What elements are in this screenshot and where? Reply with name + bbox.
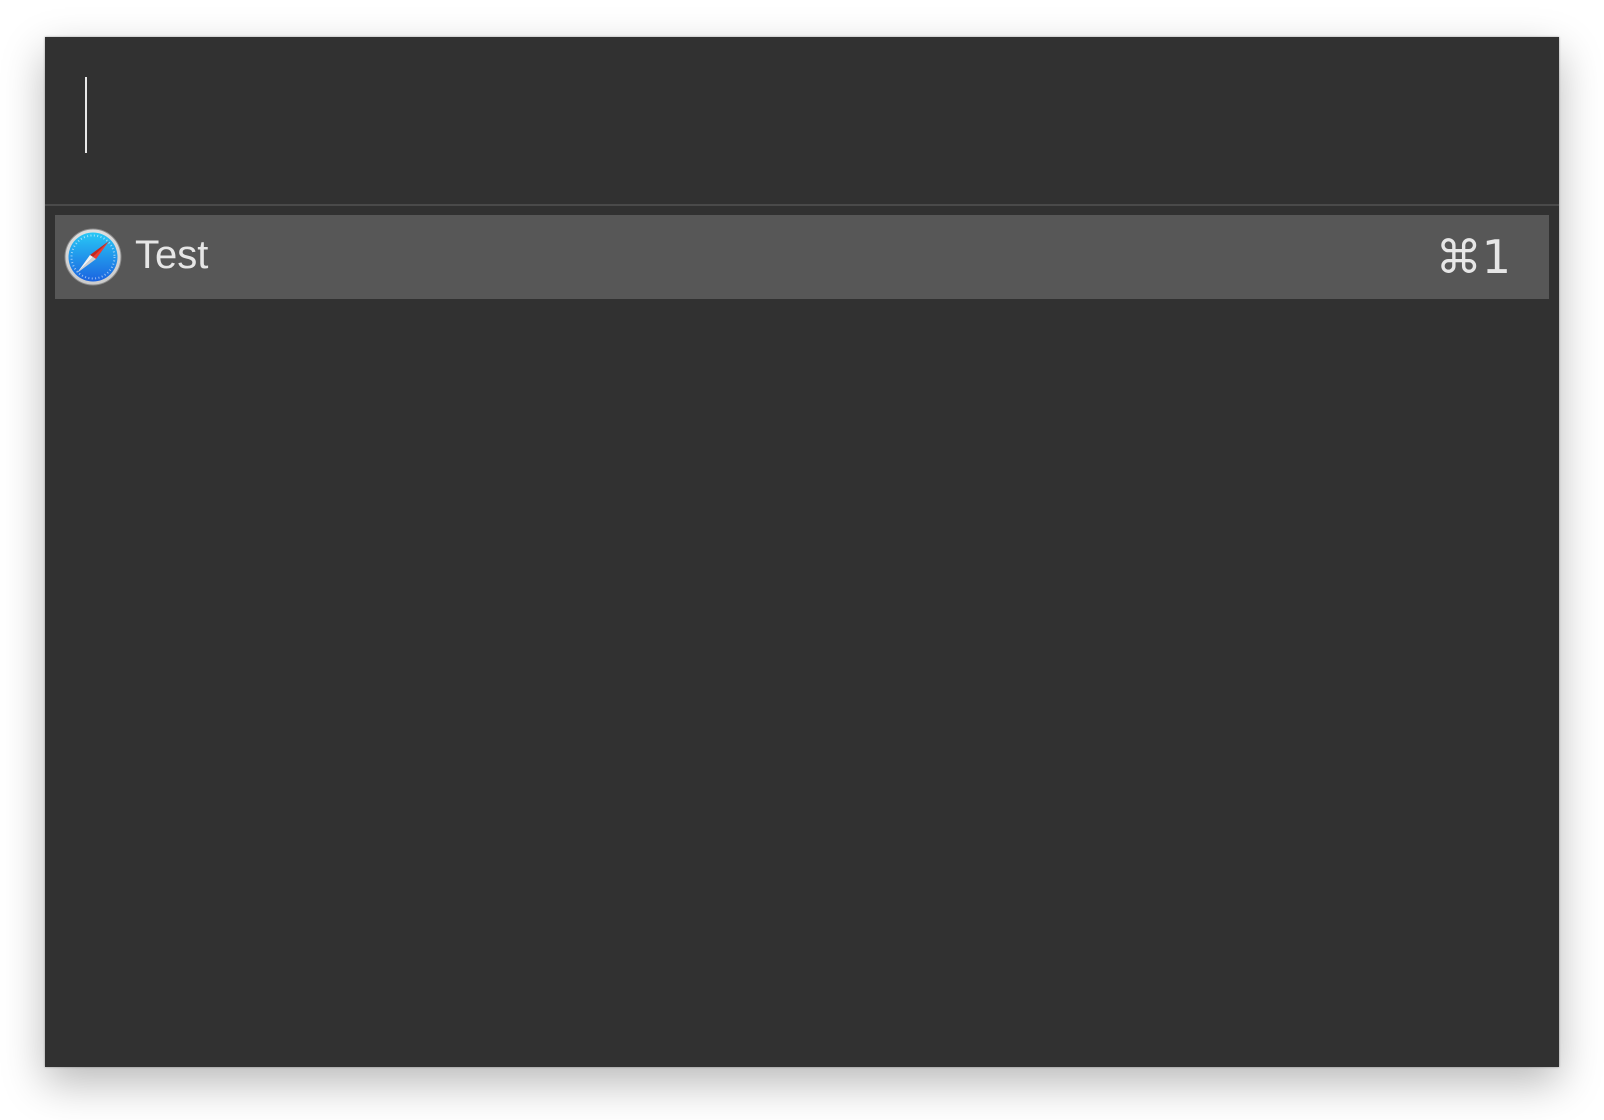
result-title: Test bbox=[135, 233, 209, 277]
text-caret bbox=[85, 77, 87, 153]
results-list: Test ⌘1 bbox=[55, 215, 1549, 299]
launcher-window: Test ⌘1 bbox=[45, 37, 1559, 1067]
search-input[interactable] bbox=[85, 77, 1515, 157]
safari-compass-icon bbox=[64, 228, 122, 286]
divider bbox=[45, 204, 1559, 206]
result-row-selected[interactable]: Test ⌘1 bbox=[55, 215, 1549, 299]
keyboard-shortcut: ⌘1 bbox=[1435, 230, 1511, 284]
search-area bbox=[45, 37, 1559, 205]
